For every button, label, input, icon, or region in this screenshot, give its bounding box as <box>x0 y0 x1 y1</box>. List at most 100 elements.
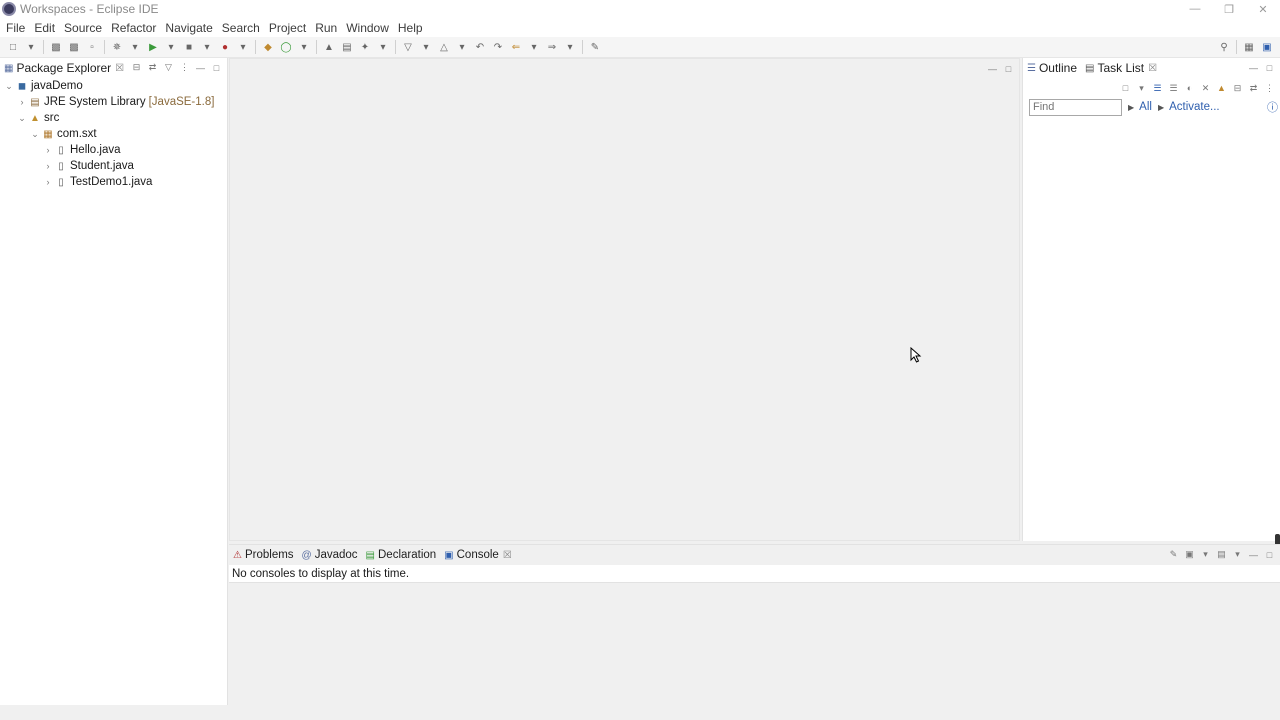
save-all-icon[interactable]: ▩ <box>67 40 81 54</box>
menu-search[interactable]: Search <box>218 21 265 35</box>
menu-navigate[interactable]: Navigate <box>161 21 217 35</box>
tab-package-explorer[interactable]: ▦ Package Explorer ☒ <box>0 58 128 78</box>
dropdown-icon[interactable]: ▾ <box>563 40 577 54</box>
menu-run[interactable]: Run <box>311 21 342 35</box>
dropdown-arrow-icon[interactable]: ▶ <box>1128 103 1134 112</box>
expanded-chevron-icon[interactable]: ⌄ <box>4 81 14 92</box>
menu-project[interactable]: Project <box>265 21 311 35</box>
menu-refactor[interactable]: Refactor <box>107 21 161 35</box>
collapsed-chevron-icon[interactable]: › <box>17 97 27 107</box>
categorized-icon[interactable]: ☰ <box>1151 82 1164 95</box>
dropdown-icon[interactable]: ▾ <box>236 40 250 54</box>
minimize-icon[interactable]: — <box>1178 0 1212 18</box>
pin-console-icon[interactable]: ✎ <box>1167 548 1180 561</box>
tree-item-file[interactable]: › ▯ Student.java <box>0 158 227 174</box>
tree-item-src[interactable]: ⌄ ▲ src <box>0 110 227 126</box>
find-input[interactable] <box>1029 98 1122 116</box>
annotation-next-icon[interactable]: ▽ <box>401 40 415 54</box>
maximize-view-icon[interactable]: □ <box>210 61 223 74</box>
hide-completed-icon[interactable]: ✕ <box>1199 82 1212 95</box>
new-task-icon[interactable]: □ <box>1119 82 1132 95</box>
print-icon[interactable]: ▫ <box>85 40 99 54</box>
annotation-prev-icon[interactable]: △ <box>437 40 451 54</box>
new-icon[interactable]: □ <box>6 40 20 54</box>
dropdown-icon[interactable]: ▾ <box>200 40 214 54</box>
tab-outline[interactable]: ☰ Outline <box>1023 58 1081 78</box>
display-console-icon[interactable]: ▣ <box>1183 548 1196 561</box>
maximize-view-icon[interactable]: □ <box>1263 61 1276 74</box>
collapse-all-icon[interactable]: ⊟ <box>130 61 143 74</box>
view-menu-icon[interactable]: ⋮ <box>178 61 191 74</box>
tab-problems[interactable]: ⚠ Problems <box>229 545 298 565</box>
minimize-view-icon[interactable]: — <box>1247 548 1260 561</box>
restore-icon[interactable]: ❐ <box>1212 0 1246 18</box>
focus-workweek-icon[interactable]: ◐ <box>1183 82 1196 95</box>
collapsed-chevron-icon[interactable]: › <box>43 145 53 155</box>
close-icon[interactable]: ☒ <box>503 550 512 561</box>
minimize-view-icon[interactable]: — <box>986 62 999 75</box>
dropdown-icon[interactable]: ▾ <box>1231 548 1244 561</box>
minimize-view-icon[interactable]: — <box>194 61 207 74</box>
dropdown-icon[interactable]: ▾ <box>1135 82 1148 95</box>
run-icon[interactable]: ▶ <box>146 40 160 54</box>
tree-item-file[interactable]: › ▯ Hello.java <box>0 142 227 158</box>
close-icon[interactable]: ☒ <box>115 63 124 74</box>
close-icon[interactable]: ✕ <box>1246 0 1280 18</box>
last-edit-icon[interactable]: ↶ <box>473 40 487 54</box>
external-tools-icon[interactable]: ■ <box>182 40 196 54</box>
debug-icon[interactable]: ✵ <box>110 40 124 54</box>
synchronize-icon[interactable]: ▲ <box>1215 82 1228 95</box>
save-icon[interactable]: ▩ <box>49 40 63 54</box>
tab-declaration[interactable]: ▤ Declaration <box>362 545 441 565</box>
dropdown-icon[interactable]: ▾ <box>128 40 142 54</box>
pin-editor-icon[interactable]: ✎ <box>588 40 602 54</box>
collapse-all-icon[interactable]: ⊟ <box>1231 82 1244 95</box>
collapsed-chevron-icon[interactable]: › <box>43 161 53 171</box>
menu-file[interactable]: File <box>2 21 30 35</box>
dropdown-icon[interactable]: ▾ <box>455 40 469 54</box>
dropdown-icon[interactable]: ▾ <box>164 40 178 54</box>
tab-console[interactable]: ▣ Console ☒ <box>440 545 516 565</box>
menu-edit[interactable]: Edit <box>30 21 60 35</box>
tree-item-file[interactable]: › ▯ TestDemo1.java <box>0 174 227 190</box>
dropdown-icon[interactable]: ▾ <box>1199 548 1212 561</box>
menu-window[interactable]: Window <box>342 21 394 35</box>
filter-icon[interactable]: ▽ <box>162 61 175 74</box>
activate-link[interactable]: Activate... <box>1169 101 1220 113</box>
open-task-icon[interactable]: ▤ <box>340 40 354 54</box>
expanded-chevron-icon[interactable]: ⌄ <box>17 113 27 124</box>
link-editor-icon[interactable]: ⇄ <box>146 61 159 74</box>
tab-task-list[interactable]: ▤ Task List ☒ <box>1081 58 1161 78</box>
minimize-view-icon[interactable]: — <box>1247 61 1260 74</box>
dropdown-icon[interactable]: ▾ <box>419 40 433 54</box>
java-perspective-icon[interactable]: ▣ <box>1260 40 1274 54</box>
editor-area[interactable]: — □ <box>229 58 1020 541</box>
collapsed-chevron-icon[interactable]: › <box>43 177 53 187</box>
open-console-icon[interactable]: ▤ <box>1215 548 1228 561</box>
open-perspective-icon[interactable]: ▦ <box>1242 40 1256 54</box>
menu-source[interactable]: Source <box>60 21 107 35</box>
expanded-chevron-icon[interactable]: ⌄ <box>30 129 40 140</box>
close-icon[interactable]: ☒ <box>1148 63 1157 74</box>
search-tool-icon[interactable]: ✦ <box>358 40 372 54</box>
back-icon[interactable]: ⇐ <box>509 40 523 54</box>
help-icon[interactable]: ⓘ <box>1267 99 1278 115</box>
all-link[interactable]: All <box>1139 101 1152 113</box>
dropdown-icon[interactable]: ▾ <box>24 40 38 54</box>
maximize-view-icon[interactable]: □ <box>1002 62 1015 75</box>
open-type-icon[interactable]: ▲ <box>322 40 336 54</box>
tree-item-package[interactable]: ⌄ ▦ com.sxt <box>0 126 227 142</box>
link-editor-icon[interactable]: ⇄ <box>1247 82 1260 95</box>
coverage-icon[interactable]: ● <box>218 40 232 54</box>
view-menu-icon[interactable]: ⋮ <box>1263 82 1276 95</box>
scheduled-icon[interactable]: ☰ <box>1167 82 1180 95</box>
maximize-view-icon[interactable]: □ <box>1263 548 1276 561</box>
dropdown-icon[interactable]: ▾ <box>297 40 311 54</box>
new-java-class-icon[interactable]: ◆ <box>261 40 275 54</box>
new-package-icon[interactable]: ◯ <box>279 40 293 54</box>
forward-edit-icon[interactable]: ↷ <box>491 40 505 54</box>
menu-help[interactable]: Help <box>394 21 428 35</box>
forward-icon[interactable]: ⇒ <box>545 40 559 54</box>
tree-item-jre[interactable]: › ▤ JRE System Library [JavaSE-1.8] <box>0 94 227 110</box>
tab-javadoc[interactable]: @ Javadoc <box>298 545 362 565</box>
